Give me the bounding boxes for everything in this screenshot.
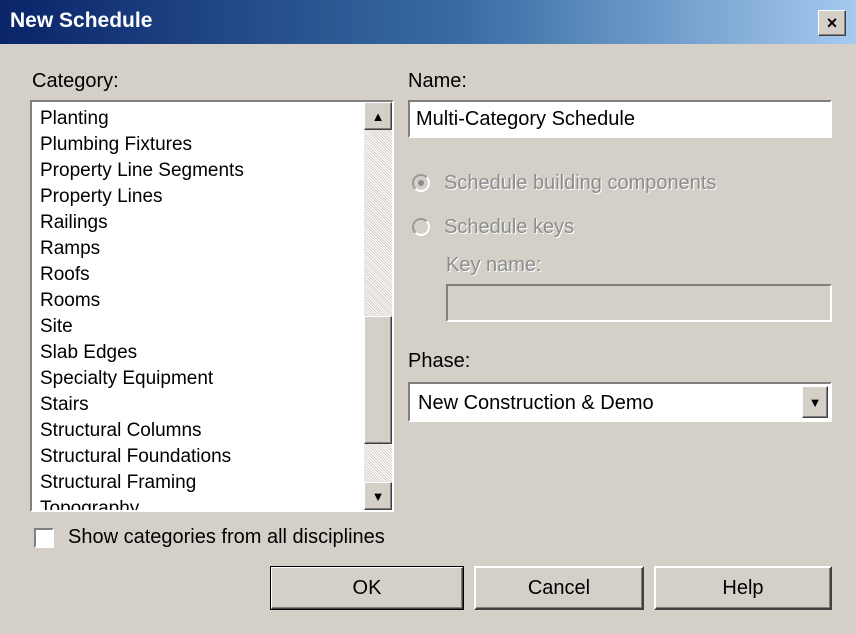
schedule-keys-radio[interactable] [412, 218, 430, 236]
category-list-item[interactable]: Stairs [40, 392, 362, 418]
close-button[interactable]: × [818, 10, 846, 36]
close-icon: × [826, 13, 838, 33]
scroll-up-button[interactable]: ▲ [364, 102, 392, 130]
window-title: New Schedule [10, 9, 153, 32]
category-label: Category: [32, 70, 119, 92]
phase-value: New Construction & Demo [418, 392, 654, 414]
key-name-input[interactable] [446, 284, 832, 322]
category-list-item[interactable]: Plumbing Fixtures [40, 132, 362, 158]
help-button[interactable]: Help [654, 566, 832, 610]
category-list-item[interactable]: Structural Columns [40, 418, 362, 444]
arrow-down-icon: ▼ [371, 488, 385, 504]
scroll-thumb[interactable] [364, 316, 392, 444]
chevron-down-icon: ▼ [808, 394, 822, 410]
category-list-item[interactable]: Planting [40, 106, 362, 132]
category-scrollbar[interactable]: ▲ ▼ [364, 102, 392, 510]
phase-select[interactable]: New Construction & Demo ▼ [408, 382, 832, 422]
category-list-item[interactable]: Roofs [40, 262, 362, 288]
phase-dropdown-button[interactable]: ▼ [802, 386, 828, 418]
category-listbox[interactable]: Planting Plumbing Fixtures Property Line S… [30, 100, 394, 512]
name-input[interactable]: Multi-Category Schedule [408, 100, 832, 138]
category-list-item[interactable]: Rooms [40, 288, 362, 314]
category-list-item[interactable]: Structural Foundations [40, 444, 362, 470]
schedule-components-radio[interactable] [412, 174, 430, 192]
phase-label: Phase: [408, 350, 471, 372]
show-all-disciplines-checkbox[interactable] [34, 528, 54, 548]
category-list-item[interactable]: Property Line Segments [40, 158, 362, 184]
scroll-down-button[interactable]: ▼ [364, 482, 392, 510]
title-bar: New Schedule × [0, 0, 856, 44]
key-name-label: Key name: [446, 254, 542, 276]
category-list-item[interactable]: Specialty Equipment [40, 366, 362, 392]
name-label: Name: [408, 70, 467, 92]
ok-button[interactable]: OK [270, 566, 464, 610]
category-list-item[interactable]: Topography [40, 496, 362, 510]
category-list-items: Planting Plumbing Fixtures Property Line S… [40, 106, 362, 510]
category-list-item[interactable]: Property Lines [40, 184, 362, 210]
category-list-item[interactable]: Site [40, 314, 362, 340]
schedule-keys-label: Schedule keys [444, 216, 575, 238]
category-list-item[interactable]: Ramps [40, 236, 362, 262]
category-list-item[interactable]: Structural Framing [40, 470, 362, 496]
show-all-disciplines-label: Show categories from all disciplines [68, 526, 385, 548]
arrow-up-icon: ▲ [371, 108, 385, 124]
category-list-item[interactable]: Railings [40, 210, 362, 236]
schedule-components-label: Schedule building components [444, 172, 717, 194]
category-list-item[interactable]: Slab Edges [40, 340, 362, 366]
cancel-button[interactable]: Cancel [474, 566, 644, 610]
